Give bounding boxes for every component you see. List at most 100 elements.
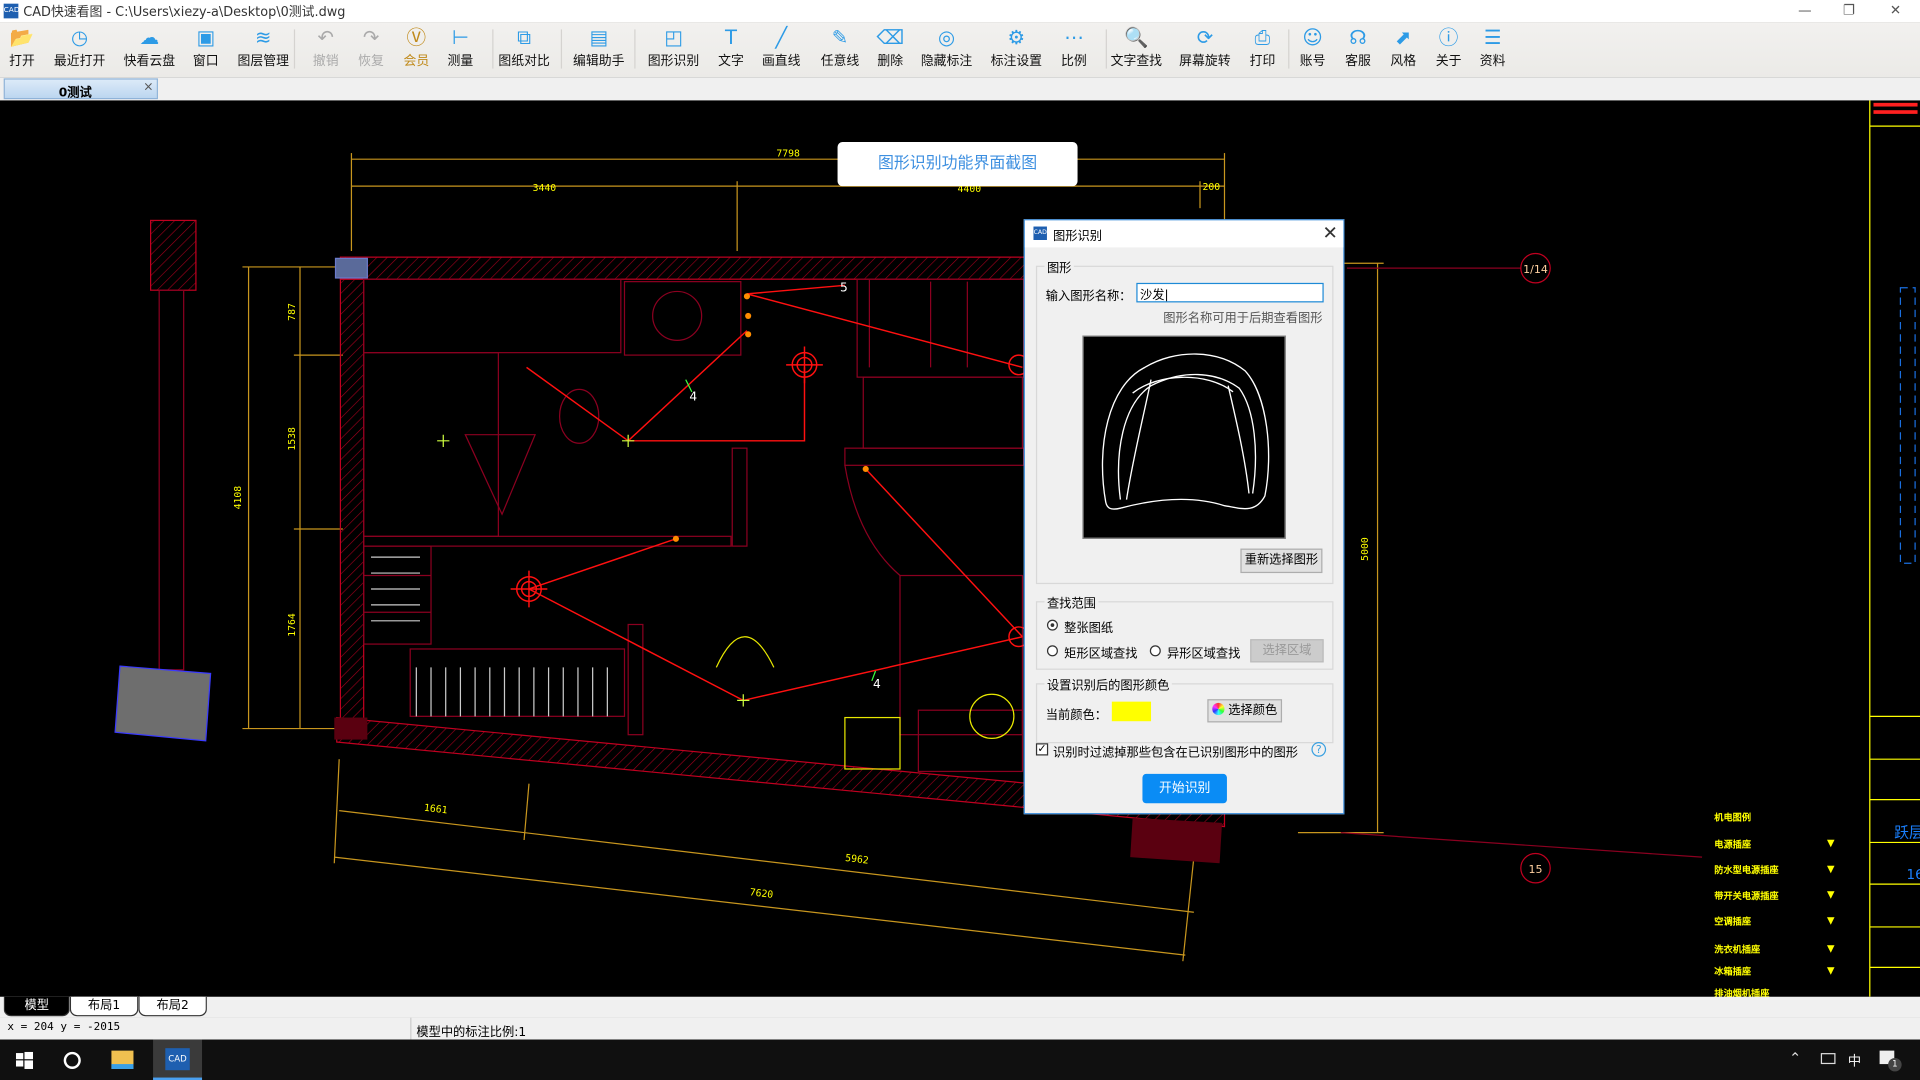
toolbar-button-layers[interactable]: ≋ 图层管理	[238, 24, 289, 73]
dim-3440: 3440	[533, 183, 557, 194]
toolbar-button-info[interactable]: ⓘ 关于	[1436, 24, 1462, 73]
file-explorer-icon[interactable]	[111, 1050, 134, 1069]
headset-icon: ☊	[1349, 25, 1367, 49]
toolbar-button-headset[interactable]: ☊ 客服	[1345, 24, 1371, 73]
toolbar-button-label: 客服	[1345, 53, 1371, 69]
style-icon: ⬈	[1395, 25, 1412, 49]
restore-button[interactable]: ❐	[1827, 0, 1871, 22]
toolbar-button-label: 屏幕旋转	[1179, 53, 1231, 69]
toolbar-button-undo[interactable]: ↶ 撤销	[313, 24, 339, 73]
toolbar-button-label: 快看云盘	[123, 53, 176, 69]
dim-7798: 7798	[776, 149, 800, 160]
close-window-button[interactable]: ✕	[1873, 0, 1917, 22]
radio-rect-area[interactable]	[1046, 645, 1058, 657]
windows-start-icon[interactable]	[15, 1051, 34, 1069]
toolbar-button-line[interactable]: ╱ 画直线	[762, 24, 801, 73]
filter-checkbox[interactable]: ✓	[1035, 743, 1049, 756]
fixture-points	[672, 293, 869, 542]
tray-chevron-up-icon[interactable]: ⌃	[1789, 1049, 1801, 1066]
interior-lines	[363, 278, 1025, 773]
toolbar-button-label: 文字	[718, 53, 744, 69]
socket-symbol-icon: ▼	[1826, 888, 1835, 901]
shape-name-input[interactable]	[1136, 282, 1324, 303]
toolbar-button-label: 窗口	[192, 53, 219, 69]
ruler-icon: ⊢	[451, 25, 469, 49]
title-block-number: 16	[1907, 868, 1920, 883]
divider	[410, 1017, 412, 1040]
toolbar-button-label: 图纸对比	[498, 53, 550, 69]
start-recognition-button[interactable]: 开始识别	[1142, 773, 1227, 804]
toolbar-button-redo[interactable]: ↷ 恢复	[358, 24, 384, 73]
dialog-title-bar[interactable]: CAD 图形识别 ✕	[1024, 220, 1344, 248]
current-color-swatch	[1111, 701, 1152, 722]
radio-label: 矩形区域查找	[1064, 647, 1138, 662]
toolbar-button-label: 资料	[1479, 53, 1506, 69]
furniture	[715, 636, 1015, 770]
toolbar-button-user[interactable]: ☺ 账号	[1300, 24, 1326, 73]
wiring-lines	[510, 284, 1030, 702]
toolbar-button-eye-hidden[interactable]: ◎ 隐藏标注	[921, 24, 972, 73]
toolbar-button-shape-recognize[interactable]: ◰ 图形识别	[648, 24, 699, 73]
color-group: 设置识别后的图形颜色 当前颜色： 选择颜色	[1035, 674, 1334, 744]
toolbar-button-label: 任意线	[820, 53, 860, 69]
toolbar-button-compare[interactable]: ⧉ 图纸对比	[498, 24, 549, 73]
toolbar-button-cad-edit[interactable]: ▤ 编辑助手	[573, 24, 624, 73]
cad-drawing-canvas[interactable]: 7798 3440 4400 200 787 1538 4108 1764 50…	[0, 100, 1920, 997]
toolbar-button-ruler[interactable]: ⊢ 测量	[448, 24, 474, 73]
socket-symbol-icon: ▼	[1826, 964, 1835, 976]
tab-layout2[interactable]: 布局2	[138, 996, 207, 1017]
help-icon[interactable]: ?	[1311, 742, 1327, 757]
toolbar-button-pen-gear[interactable]: ⚙ 标注设置	[991, 24, 1042, 73]
toolbar-button-label: 图形识别	[647, 53, 700, 69]
history-clock-icon: ◷	[71, 25, 89, 49]
toolbar-button-window-frame[interactable]: ▣ 窗口	[193, 24, 219, 73]
toolbar-button-text-search[interactable]: 🔍 文字查找	[1111, 24, 1162, 73]
taskbar-cad-app[interactable]: CAD	[153, 1039, 203, 1080]
close-dialog-button[interactable]: ✕	[1322, 222, 1337, 244]
toolbar-button-worker-docs[interactable]: ☰ 资料	[1480, 24, 1506, 73]
radio-whole-drawing[interactable]	[1046, 619, 1058, 631]
select-area-button[interactable]: 选择区域	[1250, 639, 1324, 663]
document-tab[interactable]: 0测试 ×	[3, 78, 158, 100]
tab-layout1[interactable]: 布局1	[69, 996, 139, 1017]
filter-checkbox-label: 识别时过滤掉那些包含在已识别图形中的图形	[1053, 746, 1298, 761]
toolbar-button-text-t[interactable]: T 文字	[718, 24, 744, 73]
text-t-icon: T	[725, 25, 738, 49]
toolbar-button-printer[interactable]: ⎙ 打印	[1250, 24, 1276, 73]
cad-app-icon: CAD	[165, 1048, 190, 1071]
search-cortana-icon[interactable]	[63, 1051, 81, 1069]
radio-irregular-area[interactable]	[1149, 645, 1161, 657]
line-icon: ╱	[775, 25, 788, 49]
toolbar-button-rotate-screen[interactable]: ⟳ 屏幕旋转	[1179, 24, 1230, 73]
minimize-button[interactable]: —	[1783, 0, 1827, 22]
toolbar-button-eraser[interactable]: ⌫ 删除	[876, 24, 904, 73]
legend-item: 电源插座	[1714, 838, 1752, 850]
toolbar-button-cloud[interactable]: ☁ 快看云盘	[124, 24, 175, 73]
network-icon[interactable]	[1820, 1053, 1836, 1065]
close-tab-icon[interactable]: ×	[143, 81, 153, 94]
toolbar-button-history-clock[interactable]: ◷ 最近打开	[54, 24, 105, 73]
radiator-fixtures	[371, 556, 608, 717]
dim-5962: 5962	[845, 853, 870, 867]
ime-indicator[interactable]: 中	[1848, 1051, 1861, 1071]
toolbar-button-folder-open[interactable]: 📂 打开	[9, 24, 35, 73]
layers-icon: ≋	[255, 25, 272, 49]
main-toolbar: 📂 打开 ◷ 最近打开 ☁ 快看云盘 ▣ 窗口 ≋ 图层管理 ↶ 撤销 ↷ 恢复 Ⓥ 会员 ⊢ 测量 ⧉ 图纸对比 ▤ 编…	[0, 22, 1920, 78]
toolbar-button-pen[interactable]: ✎ 任意线	[821, 24, 860, 73]
mark-4: 4	[873, 677, 881, 691]
text-search-icon: 🔍	[1124, 25, 1149, 49]
toolbar-button-style[interactable]: ⬈ 风格	[1390, 24, 1416, 73]
shape-name-label: 输入图形名称：	[1045, 290, 1132, 304]
toolbar-button-vip-badge[interactable]: Ⓥ 会员	[403, 24, 429, 73]
tab-model[interactable]: 模型	[3, 996, 70, 1017]
caption-banner: 图形识别功能界面截图	[837, 142, 1078, 187]
toolbar-button-label: 打开	[9, 53, 35, 69]
reselect-shape-button[interactable]: 重新选择图形	[1240, 548, 1323, 574]
shape-group: 图形 输入图形名称： 图形名称可用于后期查看图形 重新选择图形	[1035, 257, 1334, 585]
axis-bubble-15: 15	[1520, 852, 1551, 884]
svg-text:1/14: 1/14	[1523, 263, 1548, 276]
choose-color-button[interactable]: 选择颜色	[1207, 699, 1283, 723]
toolbar-button-scale-ab[interactable]: ⋯ 比例	[1061, 24, 1087, 73]
info-icon: ⓘ	[1438, 25, 1459, 49]
app-icon: CAD	[3, 3, 19, 19]
